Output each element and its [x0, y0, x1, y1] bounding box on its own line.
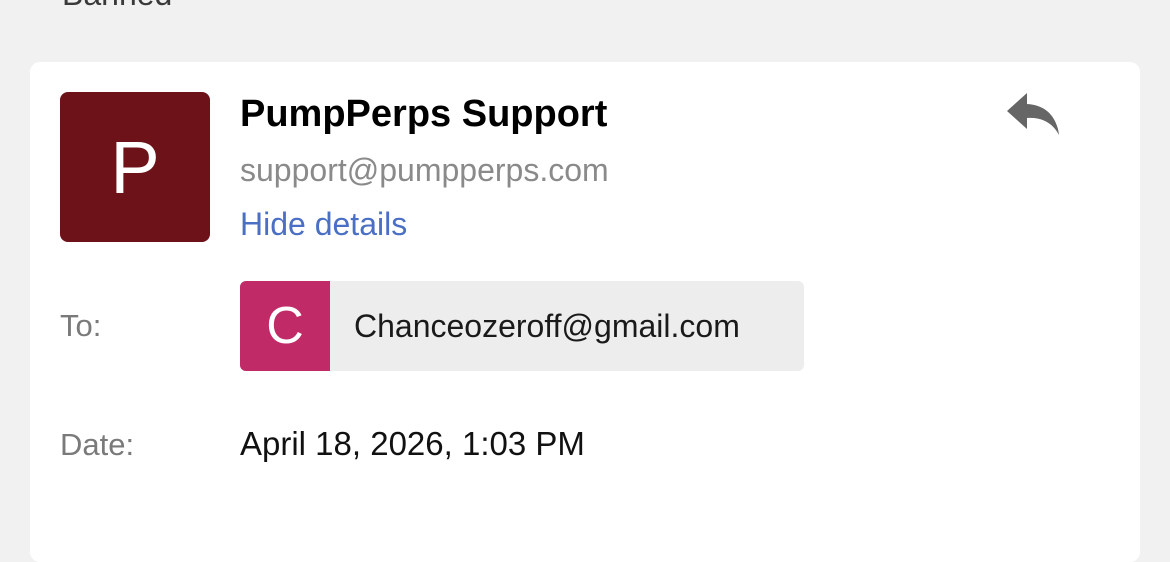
- recipient-chip[interactable]: C Chanceozeroff@gmail.com: [240, 281, 804, 371]
- sender-avatar-initial: P: [110, 125, 160, 209]
- to-label: To:: [60, 308, 102, 343]
- sender-name: PumpPerps Support: [240, 93, 608, 135]
- email-header-card: P PumpPerps Support support@pumpperps.co…: [30, 62, 1140, 562]
- previous-message-subject: Banned: [62, 0, 172, 10]
- reply-arrow-icon: [1007, 93, 1059, 135]
- reply-button[interactable]: [1000, 86, 1066, 142]
- recipient-avatar: C: [240, 281, 330, 371]
- date-label: Date:: [60, 427, 135, 462]
- recipient-email: Chanceozeroff@gmail.com: [354, 307, 740, 344]
- recipient-avatar-initial: C: [266, 297, 304, 355]
- date-value: April 18, 2026, 1:03 PM: [240, 425, 585, 462]
- sender-avatar: P: [60, 92, 210, 242]
- sender-email[interactable]: support@pumpperps.com: [240, 151, 609, 189]
- hide-details-link[interactable]: Hide details: [240, 205, 407, 243]
